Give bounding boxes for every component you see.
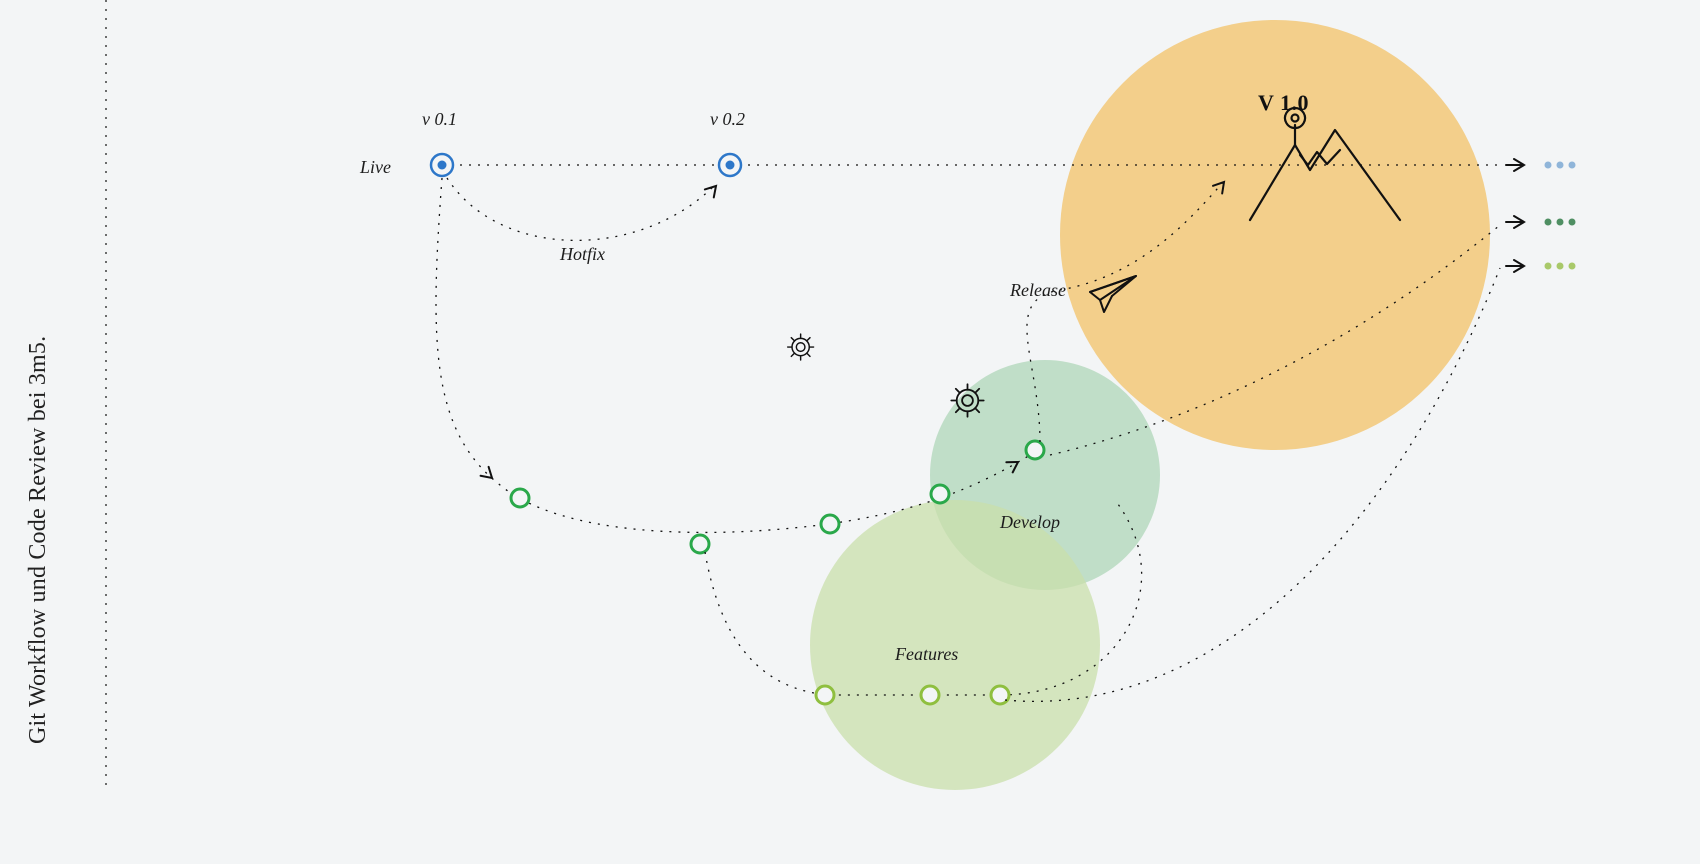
commit-v0.1	[431, 154, 453, 176]
features-continues-dots	[1545, 263, 1576, 270]
live-continues-dots	[1545, 162, 1576, 169]
release-blob	[1060, 20, 1490, 450]
workflow-diagram: Live v 0.1 v 0.2 Hotfix Develop Release …	[0, 0, 1700, 864]
feature-commit	[921, 686, 939, 704]
develop-commit	[511, 489, 529, 507]
feature-commit	[816, 686, 834, 704]
develop-continues-dots	[1545, 219, 1576, 226]
label-v10: V 1.0	[1258, 90, 1309, 115]
label-v01: v 0.1	[422, 109, 457, 129]
label-release: Release	[1009, 280, 1066, 300]
gears-icon	[788, 334, 814, 360]
label-v02: v 0.2	[710, 109, 745, 129]
develop-commit	[931, 485, 949, 503]
label-develop: Develop	[999, 512, 1060, 532]
develop-commit	[1026, 441, 1044, 459]
label-features: Features	[894, 644, 958, 664]
label-hotfix: Hotfix	[559, 244, 605, 264]
commit-v0.2	[719, 154, 741, 176]
feature-commit	[991, 686, 1009, 704]
hotfix-branch	[447, 178, 715, 240]
develop-commit	[691, 535, 709, 553]
label-live: Live	[359, 157, 391, 177]
develop-commit	[821, 515, 839, 533]
